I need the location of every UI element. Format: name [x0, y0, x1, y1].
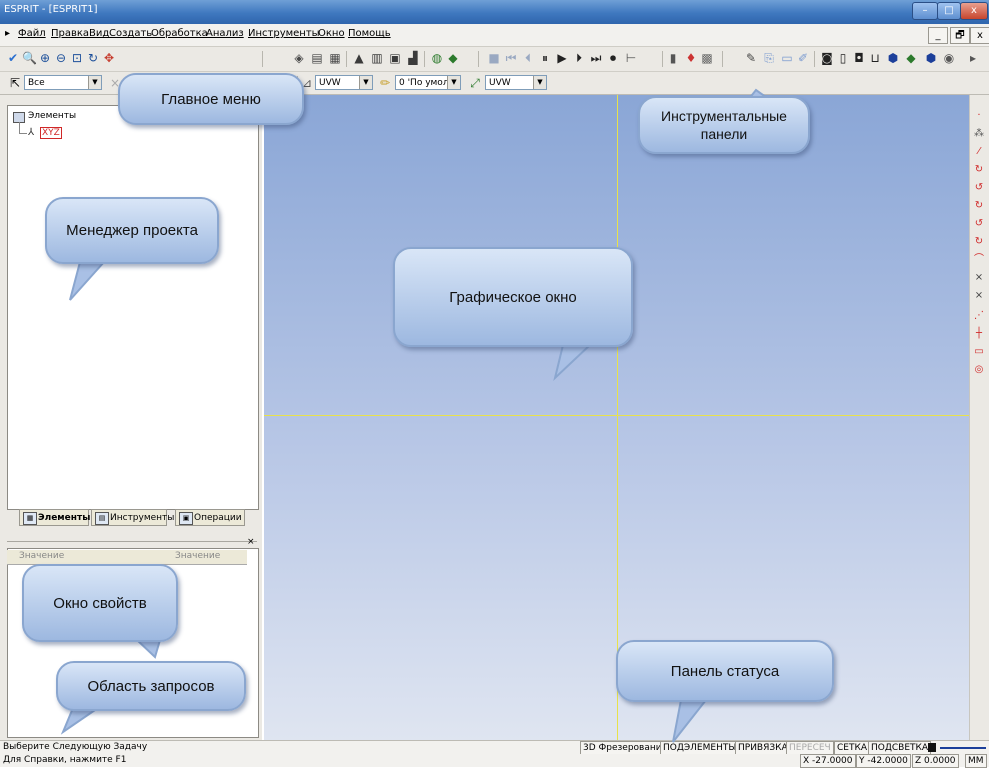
callout-graphics-window: Графическое окно — [393, 247, 633, 347]
callout-tail-status — [672, 699, 709, 743]
callout-project-manager: Менеджер проекта — [45, 197, 219, 264]
callout-text: Главное меню — [161, 90, 261, 108]
callout-text: Менеджер проекта — [66, 222, 198, 239]
callout-text: Графическое окно — [449, 288, 577, 306]
callout-text: Панель статуса — [670, 662, 780, 680]
callout-tail-project-manager — [69, 261, 107, 301]
callout-text: панели — [700, 126, 748, 142]
callout-tail-query — [60, 707, 102, 735]
callout-text: Окно свойств — [53, 594, 147, 612]
callout-text: Инструментальные — [661, 108, 787, 124]
callout-tail-properties — [134, 639, 162, 659]
callout-tail-graphics — [553, 344, 593, 382]
callout-toolbars: Инструментальные панели — [638, 96, 810, 154]
callout-text: Область запросов — [87, 677, 215, 695]
callout-properties-window: Окно свойств — [22, 564, 178, 642]
callout-query-area: Область запросов — [56, 661, 246, 711]
callout-main-menu: Главное меню — [118, 73, 304, 125]
callout-status-panel: Панель статуса — [616, 640, 834, 702]
